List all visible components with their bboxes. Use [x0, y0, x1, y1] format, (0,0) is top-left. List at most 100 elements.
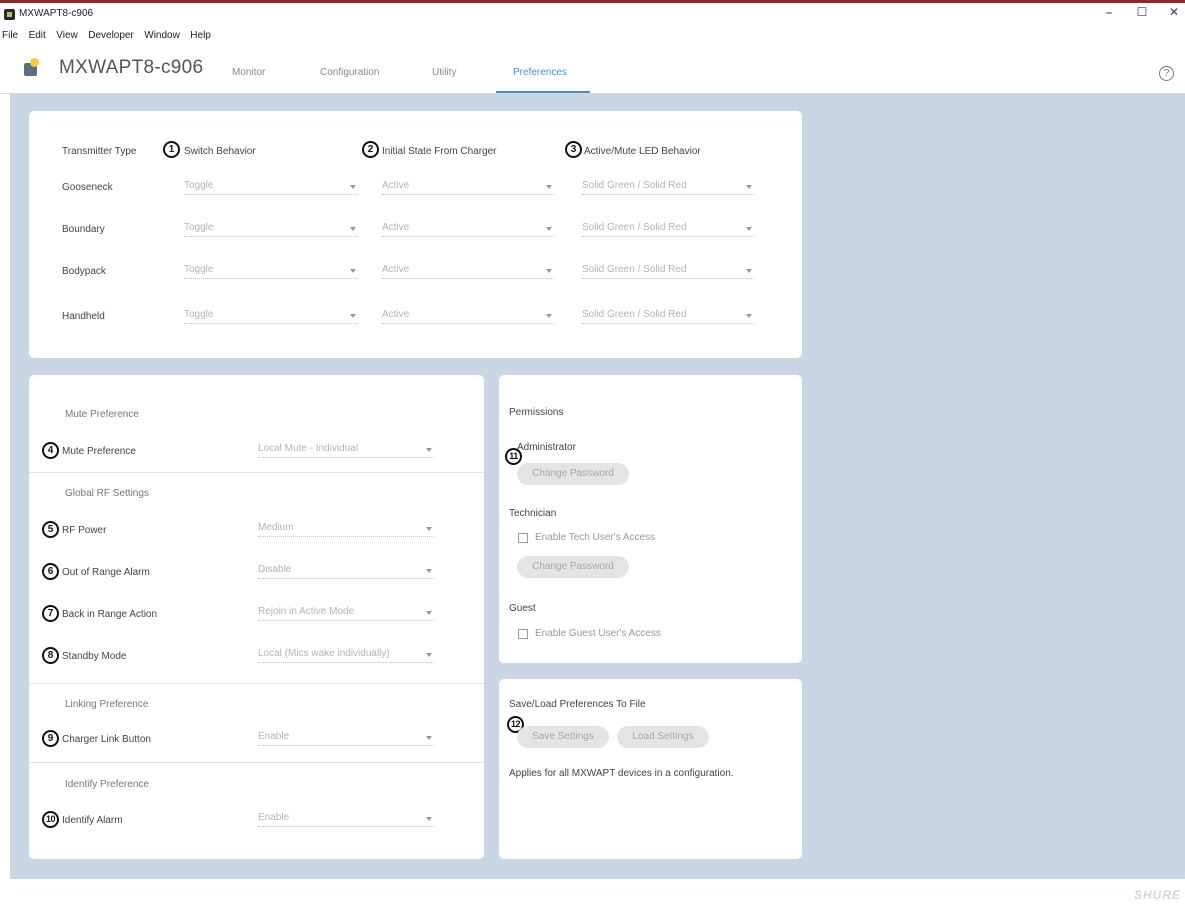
device-name: MXWAPT8-c906	[59, 57, 204, 78]
transmitter-card: Transmitter Type 1 Switch Behavior 2 Ini…	[29, 111, 802, 358]
load-settings-button[interactable]: Load Settings	[617, 726, 709, 748]
callout-badge: 7	[42, 605, 59, 622]
chevron-down-icon	[426, 611, 432, 615]
permissions-card: Permissions Administrator 11 Change Pass…	[499, 375, 802, 663]
switch-behavior-select[interactable]: Toggle	[184, 179, 358, 195]
chevron-down-icon	[426, 527, 432, 531]
callout-badge: 8	[42, 647, 59, 664]
chevron-down-icon	[350, 314, 356, 318]
device-icon	[24, 58, 40, 76]
callout-badge: 5	[42, 521, 59, 538]
section-title: Identify Preference	[65, 779, 149, 790]
tab-monitor[interactable]: Monitor	[232, 67, 265, 78]
tech-change-password-button[interactable]: Change Password	[517, 556, 629, 578]
divider	[29, 472, 484, 473]
chevron-down-icon	[426, 736, 432, 740]
guest-label: Guest	[509, 603, 536, 614]
chevron-down-icon	[546, 314, 552, 318]
tab-preferences[interactable]: Preferences	[513, 67, 567, 78]
charger-link-label: Charger Link Button	[62, 734, 151, 745]
chevron-down-icon	[546, 185, 552, 189]
left-edge	[0, 94, 10, 879]
brand-logo: SHURE	[1133, 888, 1181, 902]
led-behavior-select[interactable]: Solid Green / Solid Red	[582, 179, 754, 195]
transmitter-type-label: Boundary	[62, 224, 105, 235]
identify-alarm-label: Identify Alarm	[62, 815, 123, 826]
section-title: Mute Preference	[65, 409, 139, 420]
tab-configuration[interactable]: Configuration	[320, 67, 379, 78]
divider	[29, 683, 484, 684]
close-button[interactable]: ✕	[1164, 5, 1184, 19]
chevron-down-icon	[426, 448, 432, 452]
callout-badge: 2	[362, 141, 379, 158]
save-load-title: Save/Load Preferences To File	[509, 699, 646, 710]
switch-behavior-select[interactable]: Toggle	[184, 221, 358, 237]
save-settings-button[interactable]: Save Settings	[517, 726, 609, 748]
section-title: Global RF Settings	[65, 488, 149, 499]
mute-preference-select[interactable]: Local Mute - Individual	[258, 442, 434, 458]
menu-view[interactable]: View	[56, 30, 78, 41]
callout-badge: 10	[42, 811, 59, 828]
led-behavior-select[interactable]: Solid Green / Solid Red	[582, 221, 754, 237]
chevron-down-icon	[746, 314, 752, 318]
chevron-down-icon	[426, 569, 432, 573]
transmitter-type-label: Bodypack	[62, 266, 106, 277]
tab-utility[interactable]: Utility	[432, 67, 456, 78]
switch-behavior-select[interactable]: Toggle	[184, 263, 358, 279]
administrator-label: Administrator	[517, 442, 576, 453]
app-header: MXWAPT8-c906 Monitor Configuration Utili…	[0, 41, 1185, 94]
permissions-title: Permissions	[509, 407, 564, 418]
chevron-down-icon	[426, 817, 432, 821]
tech-access-label: Enable Tech User's Access	[535, 532, 656, 543]
guest-access-label: Enable Guest User's Access	[535, 628, 661, 639]
menu-file[interactable]: File	[2, 30, 18, 41]
menu-bar: File Edit View Developer Window Help	[0, 25, 1185, 41]
preferences-card: Mute Preference 4 Mute Preference Local …	[29, 375, 484, 859]
callout-badge: 3	[565, 141, 582, 158]
active-tab-indicator	[496, 91, 590, 93]
divider	[29, 762, 484, 763]
back-in-range-select[interactable]: Rejoin in Active Mode	[258, 605, 434, 621]
header-led-behavior: Active/Mute LED Behavior	[584, 146, 701, 157]
menu-help[interactable]: Help	[190, 30, 211, 41]
led-behavior-select[interactable]: Solid Green / Solid Red	[582, 263, 754, 279]
transmitter-type-label: Gooseneck	[62, 182, 113, 193]
title-bar: MXWAPT8-c906 – ☐ ✕	[0, 3, 1185, 25]
admin-change-password-button[interactable]: Change Password	[517, 463, 629, 485]
menu-developer[interactable]: Developer	[88, 30, 134, 41]
help-icon[interactable]: ?	[1159, 66, 1174, 81]
guest-access-checkbox[interactable]	[518, 629, 528, 639]
chevron-down-icon	[426, 653, 432, 657]
chevron-down-icon	[746, 185, 752, 189]
footer: SHURE	[0, 879, 1185, 911]
tech-access-checkbox[interactable]	[518, 533, 528, 543]
switch-behavior-select[interactable]: Toggle	[184, 308, 358, 324]
chevron-down-icon	[546, 269, 552, 273]
chevron-down-icon	[546, 227, 552, 231]
initial-state-select[interactable]: Active	[382, 308, 554, 324]
initial-state-select[interactable]: Active	[382, 179, 554, 195]
standby-mode-select[interactable]: Local (Mics wake individually)	[258, 647, 434, 663]
out-of-range-select[interactable]: Disable	[258, 563, 434, 579]
standby-mode-label: Standby Mode	[62, 651, 127, 662]
callout-badge: 11	[505, 448, 522, 465]
window-title: MXWAPT8-c906	[19, 8, 94, 19]
led-behavior-select[interactable]: Solid Green / Solid Red	[582, 308, 754, 324]
maximize-button[interactable]: ☐	[1132, 5, 1152, 19]
initial-state-select[interactable]: Active	[382, 221, 554, 237]
header-transmitter-type: Transmitter Type	[62, 146, 137, 157]
technician-label: Technician	[509, 508, 557, 519]
menu-edit[interactable]: Edit	[29, 30, 46, 41]
app-icon	[4, 9, 15, 20]
charger-link-select[interactable]: Enable	[258, 730, 434, 746]
back-in-range-label: Back in Range Action	[62, 609, 158, 620]
initial-state-select[interactable]: Active	[382, 263, 554, 279]
callout-badge: 1	[163, 141, 180, 158]
menu-window[interactable]: Window	[144, 30, 180, 41]
rf-power-select[interactable]: Medium	[258, 521, 434, 537]
rf-power-label: RF Power	[62, 525, 107, 536]
minimize-button[interactable]: –	[1099, 5, 1119, 21]
callout-badge: 9	[42, 730, 59, 747]
identify-alarm-select[interactable]: Enable	[258, 811, 434, 827]
header-initial-state: Initial State From Charger	[382, 146, 497, 157]
